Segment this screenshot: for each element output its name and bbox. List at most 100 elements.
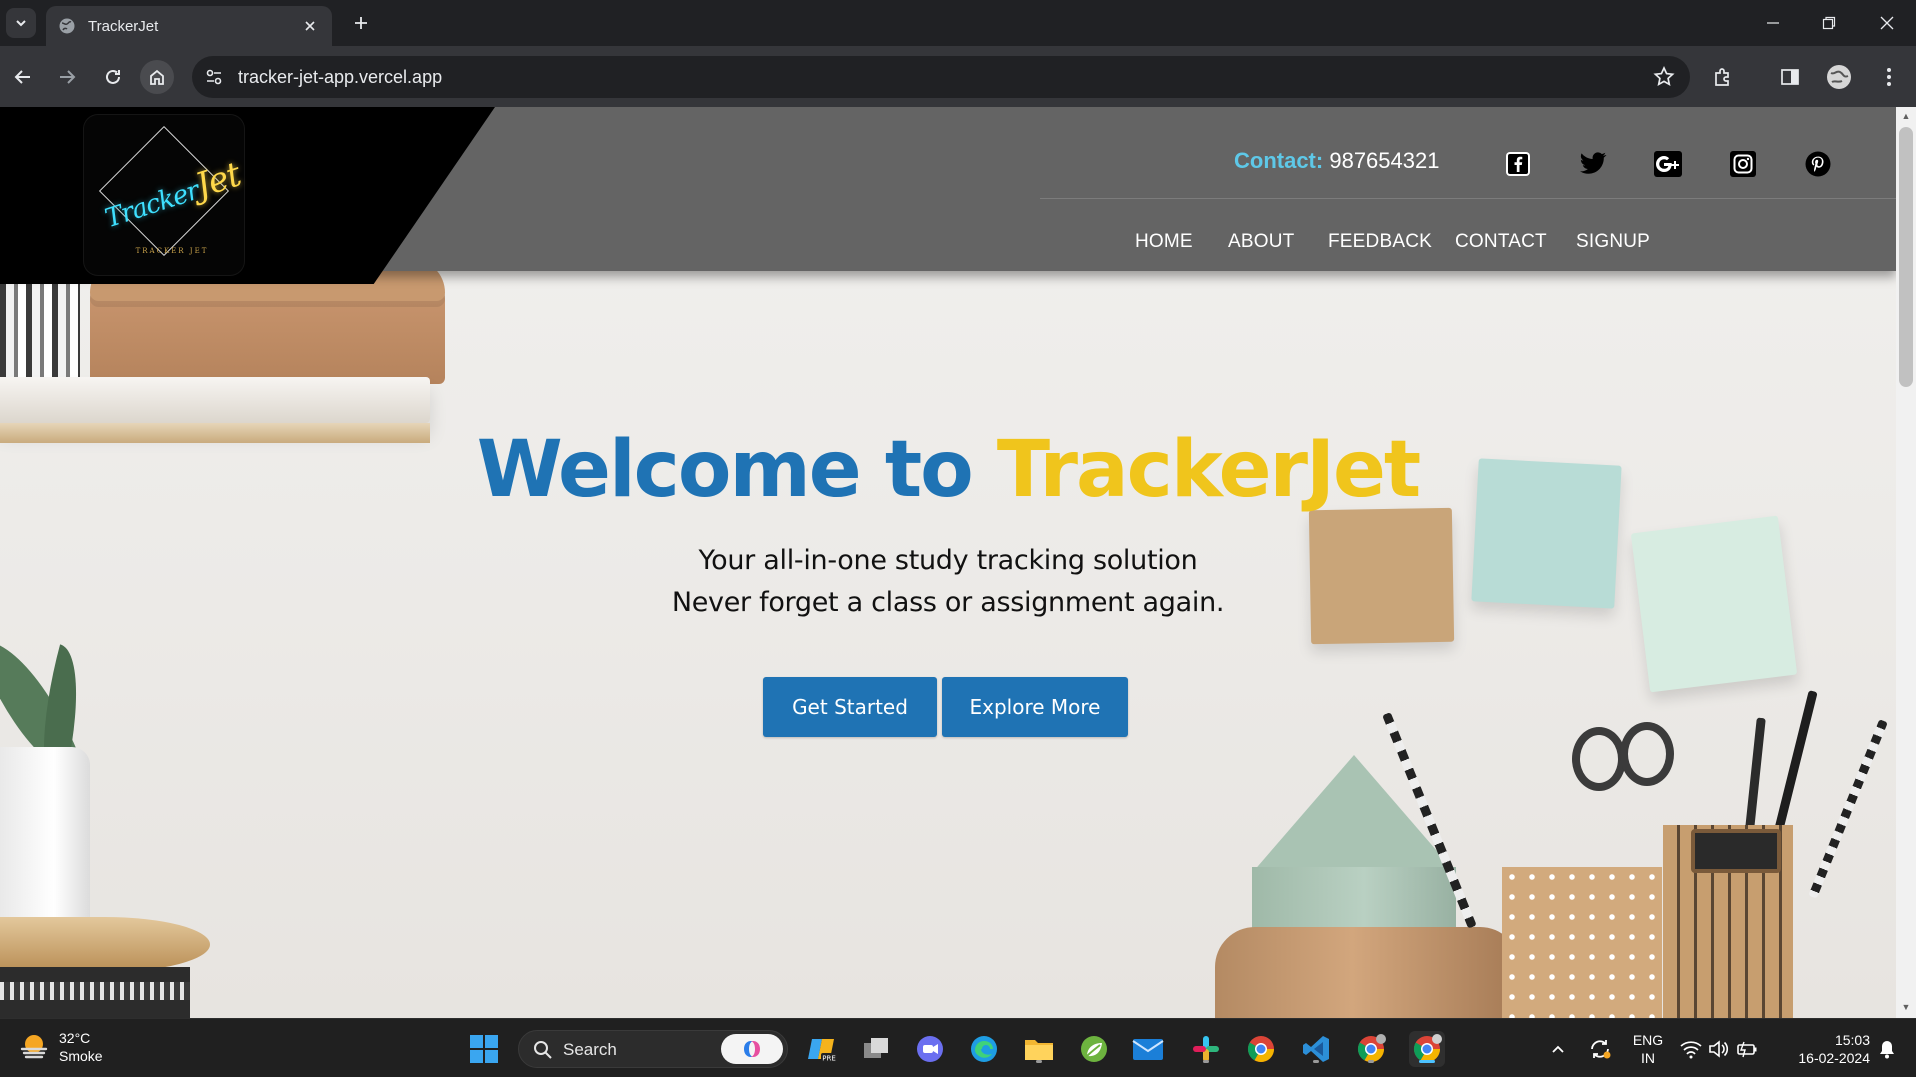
video-chat-icon	[917, 1036, 943, 1062]
instagram-icon	[1730, 151, 1756, 177]
clock-time: 15:03	[1834, 1032, 1870, 1048]
close-icon	[305, 21, 315, 31]
quick-settings-button[interactable]	[1676, 1031, 1762, 1067]
side-panel-icon	[1781, 69, 1799, 85]
reload-button[interactable]	[96, 60, 130, 94]
browser-menu-button[interactable]	[1874, 62, 1904, 92]
logo-band	[0, 107, 495, 284]
tab-close-button[interactable]	[300, 16, 320, 36]
minimize-button[interactable]	[1746, 0, 1800, 46]
taskbar-app-edge[interactable]	[966, 1031, 1002, 1067]
tab-title: TrackerJet	[88, 17, 159, 35]
edge-icon	[971, 1036, 997, 1062]
spring-leaf-icon	[1081, 1036, 1107, 1062]
facebook-link[interactable]	[1503, 149, 1533, 179]
get-started-button[interactable]: Get Started	[763, 677, 937, 737]
sticky-note-decoration	[1308, 507, 1455, 645]
mail-icon	[1132, 1039, 1164, 1060]
kebab-menu-icon	[1887, 68, 1891, 86]
close-window-button[interactable]	[1860, 0, 1914, 46]
google-plus-link[interactable]	[1653, 149, 1683, 179]
taskbar-search[interactable]: Search	[518, 1030, 788, 1068]
browser-toolbar: tracker-jet-app.vercel.app	[0, 46, 1916, 107]
clock-date: 16-02-2024	[1798, 1050, 1870, 1066]
contact-info: Contact: 987654321	[1234, 148, 1439, 174]
trackerjet-logo[interactable]: TrackerJet TRACKER JET	[84, 115, 245, 275]
scrollbar-thumb[interactable]	[1899, 127, 1913, 387]
back-button[interactable]	[6, 60, 40, 94]
site-header: TrackerJet TRACKER JET Contact: 98765432…	[0, 107, 1896, 284]
weather-widget[interactable]: 32°C Smoke	[18, 1029, 103, 1065]
books-decoration	[0, 282, 80, 382]
nav-contact[interactable]: CONTACT	[1455, 231, 1547, 253]
show-hidden-icons-button[interactable]	[1540, 1031, 1576, 1067]
explore-more-button[interactable]: Explore More	[942, 677, 1128, 737]
minimize-icon	[1767, 22, 1779, 24]
new-tab-button[interactable]	[348, 10, 374, 36]
arrow-right-icon	[60, 70, 76, 84]
taskbar-app-slack[interactable]	[1188, 1031, 1224, 1067]
arrow-left-icon	[14, 70, 30, 84]
weather-temperature: 32°C	[59, 1030, 91, 1046]
contact-number: 987654321	[1329, 148, 1440, 173]
sync-status-button[interactable]	[1582, 1031, 1618, 1067]
home-button[interactable]	[140, 60, 174, 94]
address-bar[interactable]: tracker-jet-app.vercel.app	[192, 56, 1690, 98]
site-info-icon[interactable]	[202, 65, 226, 89]
facebook-icon	[1506, 152, 1530, 176]
taskbar-app-mail[interactable]	[1130, 1031, 1166, 1067]
nav-signup[interactable]: SIGNUP	[1576, 231, 1650, 253]
browser-tab[interactable]: TrackerJet	[46, 6, 332, 46]
pinterest-link[interactable]	[1803, 149, 1833, 179]
restore-icon	[1822, 16, 1836, 30]
side-panel-button[interactable]	[1775, 62, 1805, 92]
logo-subtext: TRACKER JET	[135, 247, 209, 255]
taskbar-app-spring[interactable]	[1076, 1031, 1112, 1067]
bell-icon	[1880, 1041, 1894, 1059]
clock[interactable]: 15:03 16-02-2024	[1776, 1031, 1870, 1067]
home-icon	[150, 69, 164, 85]
chrome-icon	[1247, 1036, 1275, 1063]
scissors-decoration	[1572, 727, 1626, 791]
nav-feedback[interactable]: FEEDBACK	[1328, 231, 1432, 253]
scroll-down-arrow-icon[interactable]: ▼	[1900, 1002, 1912, 1014]
taskbar-app-chrome[interactable]	[1243, 1031, 1279, 1067]
sync-icon	[1591, 1040, 1611, 1059]
copilot-preview-icon: PRE	[808, 1039, 837, 1063]
windows-taskbar: 32°C Smoke Search PRE ENG IN 15:03 16-02…	[0, 1018, 1916, 1077]
hero-subtitle-line2: Never forget a class or assignment again…	[671, 587, 1225, 618]
language-indicator[interactable]: ENG IN	[1628, 1031, 1668, 1067]
hero-title-brand: TrackerJet	[996, 425, 1421, 515]
twitter-link[interactable]	[1578, 149, 1608, 179]
taskbar-app-copilot-pre[interactable]: PRE	[804, 1031, 840, 1067]
bookmark-star-icon[interactable]	[1652, 65, 1676, 89]
taskbar-app-teams[interactable]	[912, 1031, 948, 1067]
notifications-button[interactable]	[1872, 1031, 1902, 1067]
taskbar-app-chrome-profile-2[interactable]	[1409, 1031, 1445, 1067]
nav-home[interactable]: HOME	[1135, 231, 1193, 253]
forward-button[interactable]	[50, 60, 84, 94]
taskbar-app-task-view[interactable]	[858, 1031, 894, 1067]
close-icon	[1880, 16, 1894, 30]
nav-about[interactable]: ABOUT	[1228, 231, 1294, 253]
instagram-link[interactable]	[1728, 149, 1758, 179]
pen-holder-decoration	[1502, 867, 1662, 1018]
taskbar-app-file-explorer[interactable]	[1021, 1031, 1057, 1067]
url-text: tracker-jet-app.vercel.app	[238, 67, 443, 87]
volume-icon	[1709, 1040, 1729, 1058]
scroll-up-arrow-icon[interactable]: ▲	[1900, 111, 1912, 123]
tab-search-button[interactable]	[6, 8, 36, 38]
start-button[interactable]	[466, 1031, 502, 1067]
profile-button[interactable]	[1824, 62, 1854, 92]
plus-icon	[355, 17, 367, 29]
restore-button[interactable]	[1802, 0, 1856, 46]
contact-label: Contact:	[1234, 148, 1324, 173]
wifi-icon	[1680, 1041, 1702, 1059]
copilot-icon[interactable]	[721, 1034, 783, 1064]
taskbar-app-vscode[interactable]	[1298, 1031, 1334, 1067]
google-plus-icon	[1654, 151, 1682, 177]
extensions-button[interactable]	[1708, 62, 1738, 92]
windows-icon	[470, 1035, 498, 1063]
taskbar-app-chrome-profile-1[interactable]	[1353, 1031, 1389, 1067]
puzzle-icon	[1715, 68, 1729, 86]
